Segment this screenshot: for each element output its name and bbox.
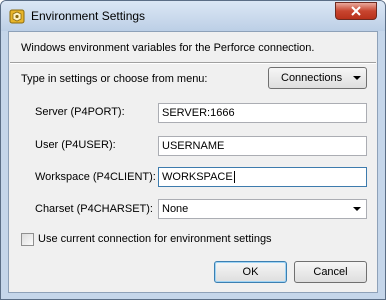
dialog-body: Windows environment variables for the Pe… xyxy=(8,31,378,293)
cancel-button[interactable]: Cancel xyxy=(294,261,367,283)
charset-select[interactable]: None xyxy=(158,199,367,219)
charset-selected-value: None xyxy=(162,203,189,215)
dialog-window: Environment Settings Windows environment… xyxy=(0,0,386,300)
close-button[interactable] xyxy=(335,2,377,20)
use-current-label[interactable]: Use current connection for environment s… xyxy=(38,233,272,245)
workspace-input[interactable]: WORKSPACE xyxy=(158,167,367,187)
dropdown-arrow-icon xyxy=(353,76,361,80)
charset-label: Charset (P4CHARSET): xyxy=(35,203,153,215)
separator xyxy=(10,62,376,64)
user-label: User (P4USER): xyxy=(35,139,116,151)
use-current-checkbox[interactable] xyxy=(21,233,34,246)
workspace-input-value: WORKSPACE xyxy=(162,171,233,183)
connections-button-label: Connections xyxy=(281,72,343,84)
server-label: Server (P4PORT): xyxy=(35,106,125,118)
prompt-label: Type in settings or choose from menu: xyxy=(21,73,208,85)
window-title: Environment Settings xyxy=(31,9,146,23)
chevron-down-icon xyxy=(353,207,361,211)
connections-menu-button[interactable]: Connections xyxy=(268,67,367,89)
text-caret xyxy=(233,171,235,183)
description-text: Windows environment variables for the Pe… xyxy=(21,42,315,54)
ok-button[interactable]: OK xyxy=(214,261,287,283)
user-input[interactable]: USERNAME xyxy=(158,136,367,156)
server-input[interactable]: SERVER:1666 xyxy=(158,103,367,123)
title-bar[interactable]: Environment Settings xyxy=(1,1,385,31)
workspace-label: Workspace (P4CLIENT): xyxy=(35,171,156,183)
close-icon xyxy=(351,6,361,16)
perforce-app-icon xyxy=(9,8,25,24)
